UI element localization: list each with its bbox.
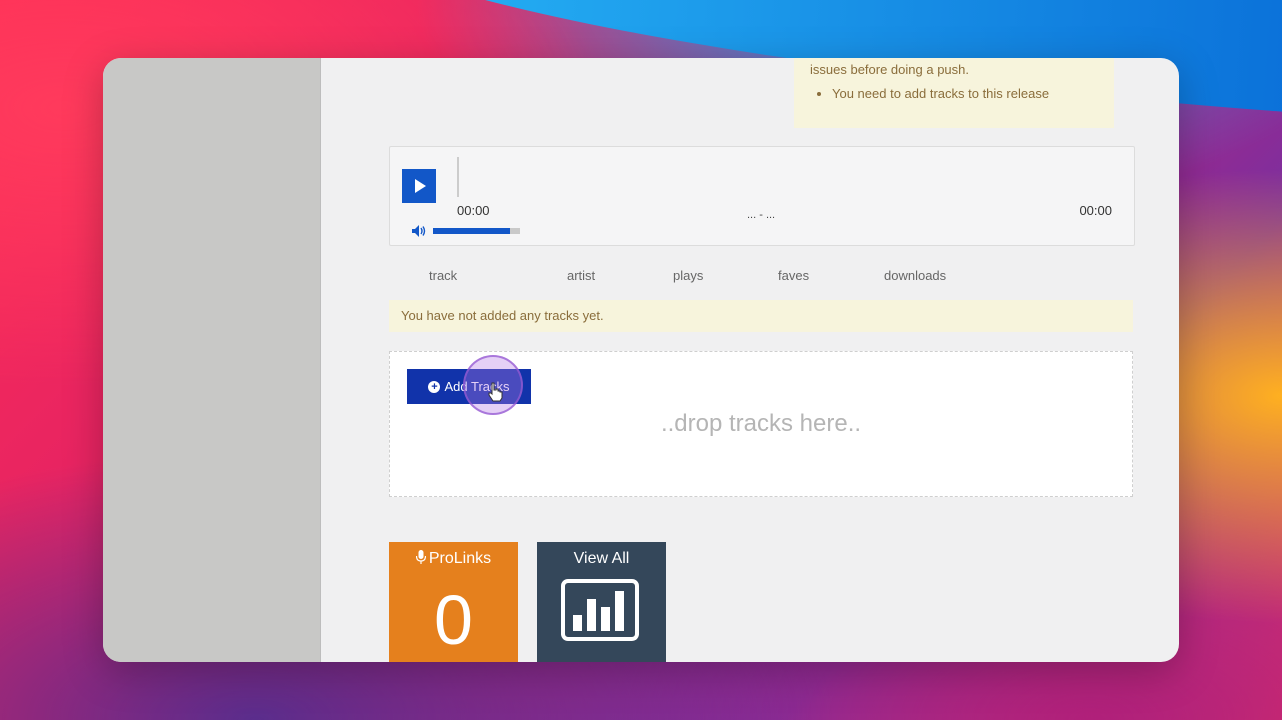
volume-icon[interactable] [412,225,426,237]
plus-circle-icon: + [428,380,441,393]
no-tracks-alert: You have not added any tracks yet. [389,300,1133,332]
main-content: issues before doing a push. You need to … [320,58,1179,662]
column-artist[interactable]: artist [567,268,595,283]
prolinks-label: ProLinks [428,550,492,567]
column-plays[interactable]: plays [673,268,703,283]
track-dropzone[interactable]: + Add Tracks ..drop tracks here.. [389,351,1133,497]
release-warning: issues before doing a push. You need to … [794,58,1114,128]
view-all-label: View All [573,550,630,567]
sidebar [103,58,321,662]
play-button[interactable] [402,169,436,203]
track-title: ... - ... [747,209,776,221]
track-table-header: track artist plays faves downloads [389,268,1133,288]
prolinks-count: 0 [434,581,473,659]
audio-player: 00:00 ... - ... 00:00 [389,146,1135,246]
dropzone-placeholder: ..drop tracks here.. [660,410,862,437]
warning-item: You need to add tracks to this release [832,80,1049,108]
microphone-icon [415,550,426,564]
column-downloads[interactable]: downloads [884,268,946,283]
bar-chart-icon [561,579,639,641]
current-time: 00:00 [457,203,490,218]
warning-text: issues before doing a push. [810,62,969,77]
column-faves[interactable]: faves [778,268,809,283]
column-track[interactable]: track [429,268,457,283]
prolinks-tile[interactable]: ProLinks 0 [389,542,518,662]
play-icon [415,179,426,193]
warning-list: You need to add tracks to this release [814,80,1049,108]
volume-slider[interactable] [433,228,520,234]
hand-pointer-icon [488,382,503,402]
prolinks-header: ProLinks [389,550,518,568]
view-all-tile[interactable]: View All [537,542,666,662]
total-time: 00:00 [1079,203,1112,218]
progress-cursor[interactable] [457,157,459,197]
browser-window: issues before doing a push. You need to … [103,58,1179,662]
volume-level [433,228,510,234]
